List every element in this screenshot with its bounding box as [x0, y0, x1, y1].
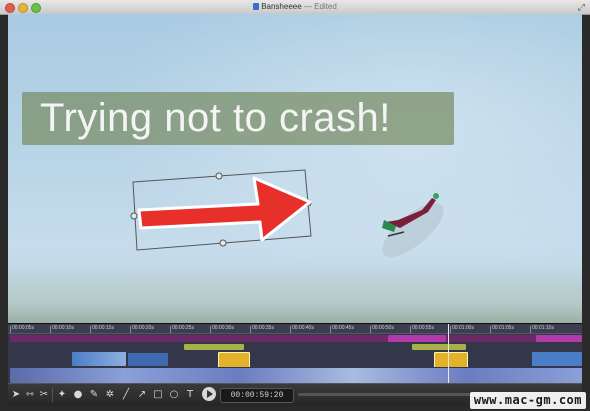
title-bar: Bansheeee — Edited ⤢: [0, 0, 590, 15]
ruler-label: 00:01:00s: [450, 325, 474, 333]
annotation-clip[interactable]: [412, 344, 466, 350]
window-title: Bansheeee — Edited: [0, 1, 590, 13]
purple-track-clip[interactable]: [10, 335, 582, 342]
pencil-icon[interactable]: ✎: [88, 388, 100, 401]
track-video[interactable]: [8, 367, 582, 384]
ruler-label: 00:00:20s: [130, 325, 154, 333]
star-icon[interactable]: ✲: [104, 388, 116, 401]
ellipse-icon[interactable]: ○: [168, 388, 180, 401]
mic-icon[interactable]: ●: [72, 388, 84, 401]
ruler-label: 00:00:40s: [290, 325, 314, 333]
timecode-display: 00:00:59:20: [220, 388, 294, 403]
video-clip[interactable]: [10, 368, 582, 383]
text-icon[interactable]: T: [184, 388, 196, 401]
annotation-clip[interactable]: [184, 344, 244, 350]
track-annotations[interactable]: [8, 343, 582, 351]
blue-clip[interactable]: [72, 352, 126, 366]
rectangle-icon[interactable]: □: [152, 388, 164, 401]
callout-clip[interactable]: [434, 352, 468, 368]
ruler-label: 00:00:45s: [330, 325, 354, 333]
app-window: Bansheeee — Edited ⤢ Trying not to crash…: [0, 0, 590, 411]
ruler-label: 00:01:10s: [530, 325, 554, 333]
callout-clip[interactable]: [218, 352, 250, 368]
watermark: www.mac-gm.com: [469, 392, 586, 409]
cut-icon[interactable]: ✂: [38, 388, 50, 401]
arrow-icon[interactable]: ↗: [136, 388, 148, 401]
fullscreen-icon[interactable]: ⤢: [578, 2, 585, 12]
transition-icon[interactable]: ✦: [56, 388, 68, 401]
ruler-label: 00:01:05s: [490, 325, 514, 333]
toolbar-divider: [52, 388, 53, 402]
ruler-label: 00:00:50s: [370, 325, 394, 333]
ruler-label: 00:00:05s: [10, 325, 34, 333]
purple-clip[interactable]: [536, 335, 582, 342]
play-button[interactable]: [202, 387, 216, 401]
blue-clip[interactable]: [532, 352, 582, 366]
track-purple[interactable]: [8, 334, 582, 343]
ruler-label: 00:00:25s: [170, 325, 194, 333]
document-name: Bansheeee: [261, 2, 302, 11]
ruler-label: 00:00:10s: [50, 325, 74, 333]
timeline[interactable]: 00:00:05s 00:00:10s 00:00:15s 00:00:20s …: [8, 323, 582, 384]
ruler-label: 00:00:15s: [90, 325, 114, 333]
purple-clip[interactable]: [388, 335, 446, 342]
ruler-label: 00:00:35s: [250, 325, 274, 333]
line-icon[interactable]: ╱: [120, 388, 132, 401]
ruler-label: 00:00:55s: [410, 325, 434, 333]
trim-icon[interactable]: ⇿: [24, 388, 36, 401]
track-callouts[interactable]: [8, 351, 582, 368]
edited-status: — Edited: [303, 2, 337, 11]
helicopter-icon: [382, 193, 444, 257]
time-ruler[interactable]: 00:00:05s 00:00:10s 00:00:15s 00:00:20s …: [8, 324, 582, 334]
document-icon: [253, 3, 260, 10]
playhead[interactable]: [448, 324, 449, 384]
blue-clip[interactable]: [128, 353, 168, 366]
pointer-icon[interactable]: ➤: [10, 388, 22, 401]
ruler-label: 00:00:30s: [210, 325, 234, 333]
video-canvas[interactable]: Trying not to crash!: [8, 14, 582, 323]
zoom-slider[interactable]: [298, 393, 498, 396]
